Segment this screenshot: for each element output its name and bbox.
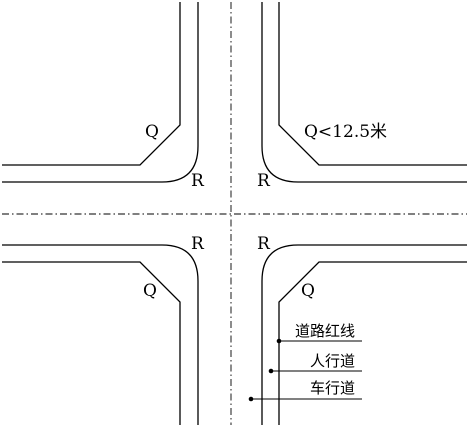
- label-q-bottom-left: Q: [143, 281, 157, 301]
- legend-label-sidewalk: 人行道: [310, 352, 355, 370]
- legend-carriageway: 车行道: [248, 379, 362, 402]
- corner-bottom-right: [261, 244, 467, 425]
- corner-top-left: [2, 2, 199, 183]
- legend-label-red-line: 道路红线: [295, 322, 355, 340]
- label-q-top-right: Q<12.5米: [304, 122, 387, 142]
- label-r-bottom-left: R: [191, 234, 205, 254]
- curb-top-left: [2, 2, 199, 183]
- curb-bottom-right: [261, 244, 467, 425]
- label-q-bottom-right: Q: [301, 281, 315, 301]
- corner-bottom-left: [2, 244, 199, 425]
- label-r-top-right: R: [257, 171, 271, 191]
- legend-sidewalk: 人行道: [268, 352, 362, 374]
- label-r-bottom-right: R: [257, 234, 271, 254]
- legend-label-carriageway: 车行道: [310, 379, 355, 397]
- corner-top-right: [261, 2, 467, 183]
- curb-bottom-left: [2, 244, 199, 425]
- curb-top-right: [261, 2, 467, 183]
- label-r-top-left: R: [191, 171, 205, 191]
- legend-road-red-line: 道路红线: [276, 322, 362, 344]
- intersection-diagram: Q Q<12.5米 R R R R Q Q 道路红线 人行道 车行道: [2, 2, 467, 425]
- label-q-top-left: Q: [145, 122, 159, 142]
